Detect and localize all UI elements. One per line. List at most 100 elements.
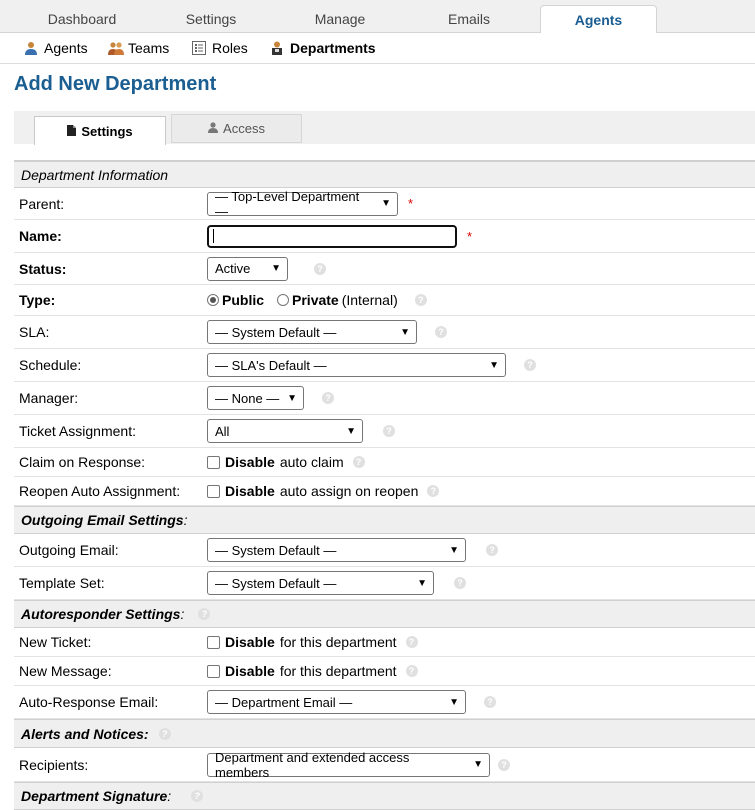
chevron-down-icon: ▼ [381, 198, 391, 209]
department-icon [270, 41, 284, 55]
row-manager: Manager: — None — ▼ ? [14, 382, 755, 415]
tab-access-form[interactable]: Access [171, 114, 302, 143]
status-value: Active [215, 261, 251, 276]
type-label: Type: [19, 292, 56, 308]
subnav-label: Departments [290, 40, 376, 56]
help-icon[interactable]: ? [322, 392, 334, 404]
help-icon[interactable]: ? [158, 727, 171, 740]
chevron-down-icon: ▼ [287, 392, 297, 404]
schedule-select[interactable]: — SLA's Default — ▼ [207, 353, 506, 377]
new-message-label: New Message: [19, 663, 112, 679]
manager-label: Manager: [19, 390, 79, 406]
help-icon[interactable]: ? [383, 425, 395, 437]
chevron-down-icon: ▼ [417, 577, 427, 589]
row-claim-on-response: Claim on Response: Disable auto claim ? [14, 448, 755, 477]
chevron-down-icon: ▼ [346, 425, 356, 437]
row-name: Name: * [14, 220, 755, 253]
checkbox-bold-label: Disable [225, 454, 275, 470]
help-icon[interactable]: ? [486, 544, 498, 556]
reopen-auto-assignment-checkbox[interactable] [207, 484, 220, 498]
chevron-down-icon: ▼ [449, 696, 459, 708]
tab-label: Access [223, 121, 265, 136]
help-icon[interactable]: ? [314, 262, 326, 275]
checkbox-bold-label: Disable [225, 634, 275, 650]
help-icon[interactable]: ? [198, 608, 211, 620]
help-icon[interactable]: ? [405, 636, 418, 648]
row-reopen-auto-assignment: Reopen Auto Assignment: Disable auto ass… [14, 477, 755, 506]
section-colon: : [183, 512, 188, 528]
template-set-select[interactable]: — System Default — ▼ [207, 571, 434, 595]
type-public-radio[interactable] [207, 294, 219, 306]
template-set-value: — System Default — [215, 575, 337, 591]
outgoing-email-label: Outgoing Email: [19, 542, 119, 558]
recipients-select[interactable]: Department and extended access members ▼ [207, 750, 490, 780]
sla-value: — System Default — [215, 324, 337, 340]
ticket-assignment-select[interactable]: All ▼ [207, 419, 363, 443]
section-title: Outgoing Email Settings [21, 512, 184, 528]
help-icon[interactable]: ? [405, 665, 418, 677]
outgoing-email-value: — System Default — [215, 542, 337, 558]
help-icon[interactable]: ? [454, 577, 466, 589]
row-schedule: Schedule: — SLA's Default — ▼ ? [14, 349, 755, 382]
row-parent: Parent: — Top-Level Department — ▼ * [14, 188, 755, 220]
help-icon[interactable]: ? [524, 359, 536, 371]
parent-select[interactable]: — Top-Level Department — ▼ [207, 189, 398, 219]
row-sla: SLA: — System Default — ▼ ? [14, 316, 755, 349]
help-icon[interactable]: ? [414, 294, 427, 306]
required-marker: * [408, 196, 414, 211]
name-input[interactable] [207, 224, 457, 248]
tab-manage[interactable]: Manage [272, 5, 408, 33]
auto-response-email-label: Auto-Response Email: [19, 694, 159, 710]
name-label: Name: [19, 228, 62, 244]
tab-emails[interactable]: Emails [401, 5, 537, 33]
help-icon[interactable]: ? [427, 485, 440, 497]
sub-nav: Agents Teams Roles Departments [0, 33, 755, 64]
status-select[interactable]: Active ▼ [207, 256, 288, 281]
schedule-label: Schedule: [19, 357, 82, 373]
department-form: Department Information Parent: — Top-Lev… [14, 160, 755, 810]
row-new-ticket: New Ticket: Disable for this department … [14, 628, 755, 657]
row-auto-response-email: Auto-Response Email: — Department Email … [14, 686, 755, 719]
manager-select[interactable]: — None — ▼ [207, 386, 304, 410]
sla-select[interactable]: — System Default — ▼ [207, 320, 417, 344]
section-autoresponder: Autoresponder Settings: ? [14, 600, 755, 628]
template-set-label: Template Set: [19, 575, 105, 591]
section-outgoing-email: Outgoing Email Settings: [14, 506, 755, 534]
row-recipients: Recipients: Department and extended acce… [14, 748, 755, 782]
row-outgoing-email: Outgoing Email: — System Default — ▼ ? [14, 534, 755, 567]
ticket-assignment-label: Ticket Assignment: [19, 423, 136, 439]
help-icon[interactable]: ? [191, 790, 204, 802]
type-private-radio[interactable] [277, 294, 290, 306]
subnav-item-agents[interactable]: Agents [24, 33, 88, 63]
help-icon[interactable]: ? [484, 696, 496, 708]
roles-icon [192, 41, 206, 55]
recipients-label: Recipients: [19, 756, 89, 773]
help-icon[interactable]: ? [498, 758, 510, 771]
claim-on-response-checkbox[interactable] [207, 455, 220, 469]
section-colon: : [180, 606, 185, 622]
help-icon[interactable]: ? [352, 456, 365, 468]
tab-settings[interactable]: Settings [143, 5, 279, 33]
subnav-item-departments[interactable]: Departments [270, 33, 376, 63]
auto-response-email-select[interactable]: — Department Email — ▼ [207, 690, 466, 714]
row-ticket-assignment: Ticket Assignment: All ▼ ? [14, 415, 755, 448]
sla-label: SLA: [19, 324, 50, 340]
status-label: Status: [19, 260, 67, 277]
claim-on-response-label: Claim on Response: [19, 454, 146, 470]
subnav-item-teams[interactable]: Teams [108, 33, 169, 63]
tab-settings-form[interactable]: Settings [34, 116, 166, 145]
help-icon[interactable]: ? [435, 326, 447, 338]
new-ticket-label: New Ticket: [19, 634, 92, 650]
checkbox-text: auto assign on reopen [279, 483, 419, 499]
new-ticket-checkbox[interactable] [207, 635, 220, 649]
section-department-information: Department Information [14, 161, 755, 188]
outgoing-email-select[interactable]: — System Default — ▼ [207, 538, 466, 562]
checkbox-bold-label: Disable [225, 663, 275, 679]
new-message-checkbox[interactable] [207, 664, 220, 678]
chevron-down-icon: ▼ [473, 759, 483, 770]
tab-dashboard[interactable]: Dashboard [14, 5, 150, 33]
subnav-item-roles[interactable]: Roles [192, 33, 248, 63]
reopen-auto-assignment-label: Reopen Auto Assignment: [19, 483, 181, 499]
type-public-label: Public [222, 292, 265, 308]
tab-agents[interactable]: Agents [540, 5, 657, 34]
